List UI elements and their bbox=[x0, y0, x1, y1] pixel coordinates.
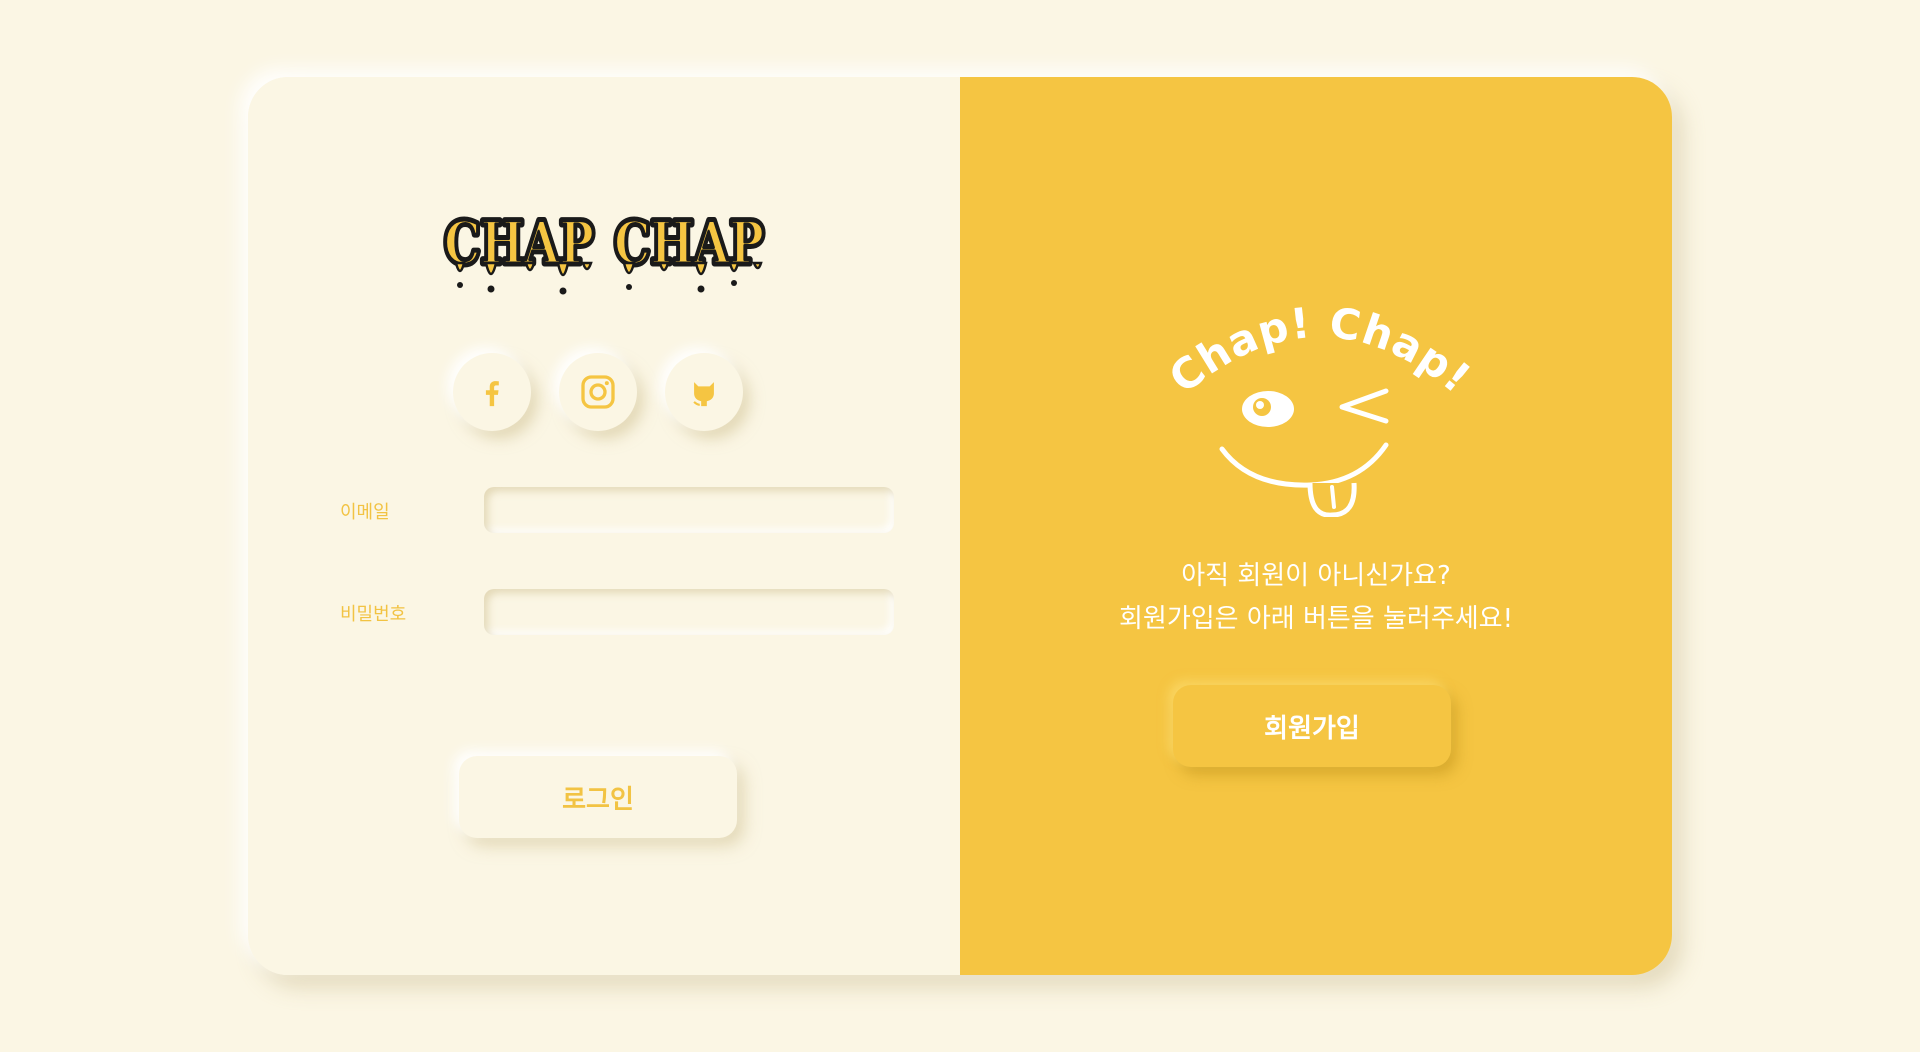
svg-text:CHAP: CHAP bbox=[444, 209, 594, 277]
login-panel: CHAP CHAP CHAP CHAP 이메일 비밀번호 로그인 bbox=[248, 77, 958, 975]
signup-button[interactable]: 회원가입 bbox=[1173, 685, 1451, 767]
password-field[interactable] bbox=[484, 589, 894, 635]
signup-message-line1: 아직 회원이 아니신가요? bbox=[1181, 561, 1451, 591]
signup-panel: Chap! Chap! 아직 회원이 아니신가요? 회원가입은 아래 버튼을 눌… bbox=[960, 77, 1672, 975]
svg-text:Chap! Chap!: Chap! Chap! bbox=[1160, 298, 1480, 403]
signup-message-line2: 회원가입은 아래 버튼을 눌러주세요! bbox=[1118, 604, 1514, 634]
password-label: 비밀번호 bbox=[340, 604, 407, 625]
email-label: 이메일 bbox=[340, 502, 390, 523]
svg-text:CHAP: CHAP bbox=[614, 209, 764, 277]
instagram-icon bbox=[581, 375, 615, 409]
facebook-icon bbox=[485, 381, 499, 407]
instagram-button[interactable] bbox=[559, 353, 637, 431]
login-button[interactable]: 로그인 bbox=[459, 756, 737, 838]
auth-card: CHAP CHAP CHAP CHAP 이메일 비밀번호 로그인 Chap! C… bbox=[248, 77, 1672, 975]
chap-chap-mascot: Chap! Chap! bbox=[1160, 298, 1480, 517]
email-field[interactable] bbox=[484, 487, 894, 533]
github-button[interactable] bbox=[665, 353, 743, 431]
github-icon bbox=[693, 382, 714, 407]
facebook-button[interactable] bbox=[453, 353, 531, 431]
chap-chap-logo: CHAP CHAP CHAP CHAP bbox=[441, 206, 768, 295]
